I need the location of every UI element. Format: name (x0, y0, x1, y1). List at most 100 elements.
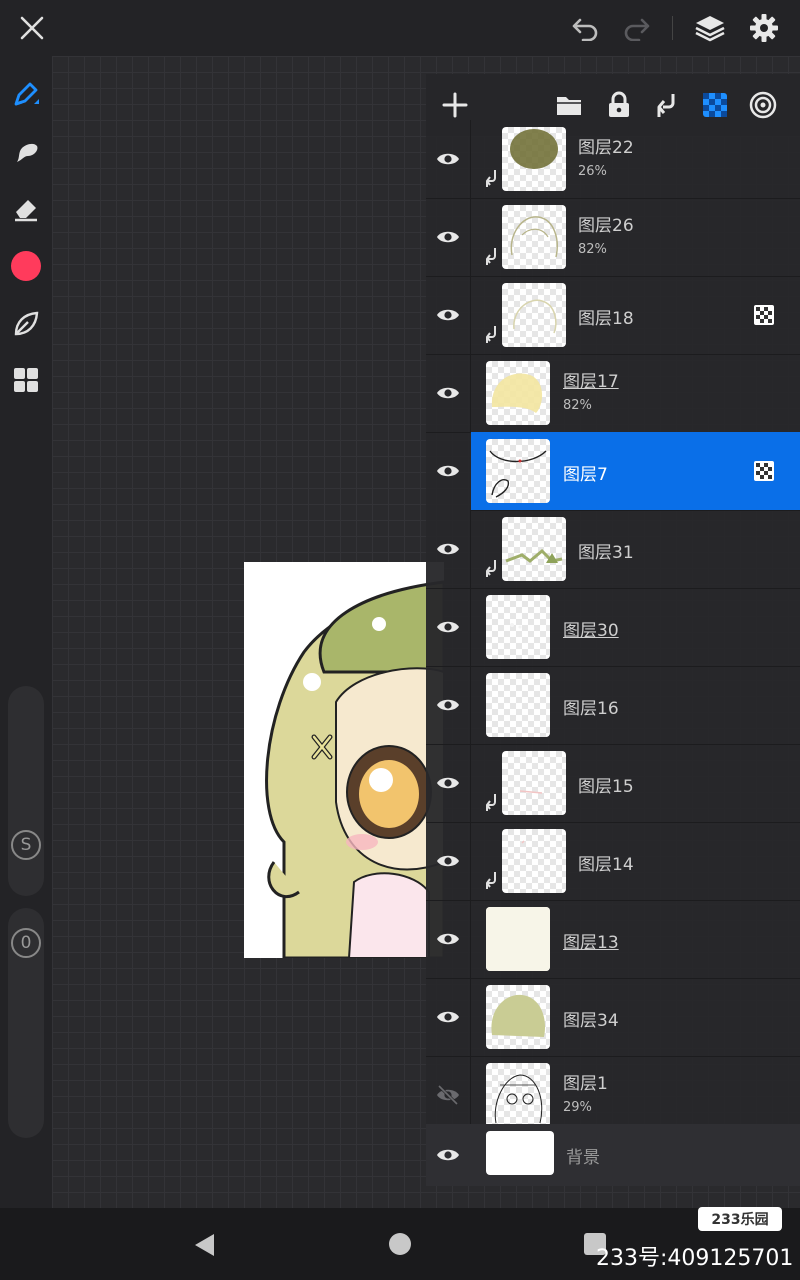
clipping-arrow-icon (484, 168, 498, 188)
eye-icon[interactable] (434, 847, 462, 875)
eye-icon[interactable] (434, 925, 462, 953)
eye-icon[interactable] (434, 223, 462, 251)
layer-name: 图层18 (578, 309, 634, 329)
layer-row[interactable]: 图层17 82% (426, 354, 800, 433)
layer-row[interactable]: 图层22 26% (426, 120, 800, 199)
size-slider-label: S (20, 835, 32, 855)
smudge-icon[interactable] (8, 134, 44, 170)
layer-row[interactable]: 图层14 (426, 822, 800, 901)
layer-thumbnail (486, 439, 550, 503)
layer-name: 图层16 (563, 699, 619, 719)
layer-row[interactable]: 图层15 (426, 744, 800, 823)
close-icon[interactable] (14, 10, 50, 46)
layer-thumbnail (502, 829, 566, 893)
layer-row[interactable]: 图层13 (426, 900, 800, 979)
color-swatch[interactable] (8, 248, 44, 284)
opacity-slider[interactable]: 0 (8, 908, 44, 1138)
layer-name: 图层22 (578, 138, 634, 158)
row-divider (470, 978, 471, 1056)
layers-icon[interactable] (692, 10, 728, 46)
layer-row[interactable]: 图层16 (426, 666, 800, 745)
row-divider (470, 588, 471, 666)
clipping-arrow-icon (484, 792, 498, 812)
brush-size-knob[interactable]: S (11, 830, 41, 860)
add-icon[interactable] (438, 88, 472, 122)
alpha-lock-icon[interactable] (754, 305, 774, 325)
top-bar (0, 0, 800, 56)
grid-icon[interactable] (8, 362, 44, 398)
layer-thumbnail (502, 127, 566, 191)
layer-thumbnail (486, 985, 550, 1049)
eye-icon[interactable] (434, 613, 462, 641)
opacity-knob[interactable]: 0 (11, 928, 41, 958)
row-divider (470, 354, 471, 432)
layer-name: 图层7 (563, 465, 608, 485)
clipping-arrow-icon (484, 558, 498, 578)
eye-icon[interactable] (434, 1003, 462, 1031)
layer-thumbnail (502, 205, 566, 269)
leaf-icon[interactable] (8, 306, 44, 342)
row-divider (470, 1056, 471, 1134)
background-thumbnail (486, 1131, 554, 1175)
layer-row[interactable]: 图层18 (426, 276, 800, 355)
settings-icon[interactable] (746, 10, 782, 46)
layer-row[interactable]: 图层34 (426, 978, 800, 1057)
layer-thumbnail (486, 595, 550, 659)
layer-thumbnail (502, 283, 566, 347)
row-divider (470, 900, 471, 978)
layer-row[interactable]: 图层31 (426, 510, 800, 589)
eye-hidden-icon[interactable] (434, 1081, 462, 1109)
eye-icon[interactable] (434, 1141, 462, 1169)
layer-name: 图层26 (578, 216, 634, 236)
pen-icon[interactable] (8, 76, 44, 112)
folder-icon[interactable] (552, 88, 586, 122)
layer-name: 图层14 (578, 855, 634, 875)
left-toolbar: S 0 (0, 56, 52, 1208)
eye-icon[interactable] (434, 535, 462, 563)
brush-size-slider[interactable]: S (8, 686, 44, 896)
layer-name: 图层17 (563, 372, 619, 392)
layer-name: 图层34 (563, 1011, 619, 1031)
background-layer-name: 背景 (566, 1148, 600, 1168)
layer-opacity: 29% (563, 1100, 592, 1115)
layer-opacity: 82% (578, 242, 607, 257)
undo-icon[interactable] (568, 10, 604, 46)
row-divider (470, 198, 471, 276)
background-layer-row[interactable]: 背景 (426, 1124, 800, 1186)
layers-panel: 图层22 26% 图层26 82% 图层18 图层17 82% 图层7 图层31 图层30 图层16… (426, 74, 800, 1186)
row-divider (470, 744, 471, 822)
layer-row[interactable]: 图层30 (426, 588, 800, 667)
eye-icon[interactable] (434, 301, 462, 329)
row-divider (470, 510, 471, 588)
alpha-lock-icon[interactable] (754, 461, 774, 481)
opacity-slider-label: 0 (20, 933, 32, 953)
layer-thumbnail (486, 1063, 550, 1127)
redo-icon[interactable] (618, 10, 654, 46)
back-icon[interactable] (192, 1232, 216, 1262)
layer-row[interactable]: 图层7 (437, 432, 800, 511)
target-icon[interactable] (746, 88, 780, 122)
row-divider (470, 276, 471, 354)
layer-thumbnail (486, 673, 550, 737)
layer-name: 图层30 (563, 621, 619, 641)
layer-name: 图层31 (578, 543, 634, 563)
layer-name: 图层13 (563, 933, 619, 953)
layer-name: 图层15 (578, 777, 634, 797)
eye-icon[interactable] (434, 691, 462, 719)
eye-icon[interactable] (434, 145, 462, 173)
home-icon[interactable] (389, 1233, 411, 1255)
lock-icon[interactable] (602, 88, 636, 122)
alpha-lock-icon[interactable] (698, 88, 732, 122)
eye-icon[interactable] (434, 769, 462, 797)
layer-row[interactable]: 图层26 82% (426, 198, 800, 277)
merge-down-icon[interactable] (650, 88, 684, 122)
clipping-arrow-icon (484, 870, 498, 890)
watermark-badge: 233乐园 (698, 1207, 782, 1231)
clipping-arrow-icon (484, 324, 498, 344)
eraser-icon[interactable] (8, 190, 44, 226)
eye-icon[interactable] (434, 457, 462, 485)
color-swatch-circle (11, 251, 41, 281)
toolbar-divider (672, 16, 673, 40)
eye-icon[interactable] (434, 379, 462, 407)
artwork-image (244, 562, 444, 958)
